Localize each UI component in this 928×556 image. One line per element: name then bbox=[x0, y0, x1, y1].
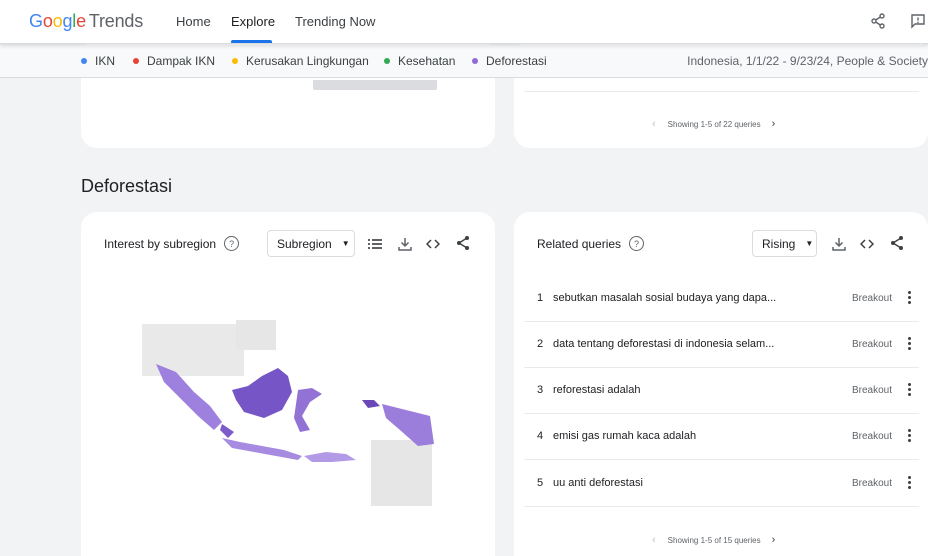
download-icon[interactable] bbox=[830, 235, 848, 253]
card-header: Interest by subregion ? bbox=[104, 236, 240, 251]
nav-trending-now[interactable]: Trending Now bbox=[295, 14, 375, 29]
query-row[interactable]: 4 emisi gas rumah kaca adalah Breakout bbox=[524, 414, 919, 460]
map-neighbor-land bbox=[371, 440, 432, 506]
pager-text: Showing 1-5 of 22 queries bbox=[667, 119, 761, 129]
map-fragment bbox=[313, 80, 437, 90]
caret-down-icon: ▼ bbox=[341, 239, 350, 248]
top-app-bar: Google Trends Home Explore Trending Now bbox=[0, 0, 928, 44]
legend-item-deforestasi[interactable]: Deforestasi bbox=[472, 54, 547, 68]
more-vert-icon[interactable] bbox=[905, 427, 913, 445]
map-region-nusa-tenggara[interactable] bbox=[304, 452, 356, 462]
subregion-select[interactable]: Subregion ▼ bbox=[267, 230, 355, 257]
nav-home[interactable]: Home bbox=[176, 14, 211, 29]
map-region-maluku[interactable] bbox=[362, 400, 380, 408]
legend-dot bbox=[81, 58, 87, 64]
legend-label: Deforestasi bbox=[486, 54, 547, 68]
map-neighbor-land bbox=[236, 320, 276, 350]
map-region-java[interactable] bbox=[222, 438, 302, 460]
legend-dot bbox=[384, 58, 390, 64]
query-value: Breakout bbox=[852, 431, 893, 442]
legend-item-ikn[interactable]: IKN bbox=[81, 54, 115, 68]
query-text[interactable]: uu anti deforestasi bbox=[553, 477, 643, 489]
query-text[interactable]: sebutkan masalah sosial budaya yang dapa… bbox=[553, 292, 776, 304]
queries-pager: ‹ Showing 1-5 of 15 queries › bbox=[652, 534, 775, 546]
map-region-sulawesi[interactable] bbox=[294, 388, 322, 432]
card-title: Interest by subregion bbox=[104, 236, 217, 251]
logo-letter: g bbox=[62, 11, 73, 31]
share-icon[interactable] bbox=[454, 234, 472, 252]
legend-dot bbox=[232, 58, 238, 64]
share-icon[interactable] bbox=[888, 234, 906, 252]
logo-trends-text: Trends bbox=[88, 11, 144, 31]
logo-letter: o bbox=[42, 11, 53, 31]
row-rank: 1 bbox=[537, 292, 544, 304]
query-row[interactable]: 5 uu anti deforestasi Breakout bbox=[524, 461, 919, 507]
card-title: Related queries bbox=[537, 236, 622, 251]
query-value: Breakout bbox=[852, 339, 893, 350]
query-value: Breakout bbox=[852, 293, 893, 304]
feedback-icon[interactable] bbox=[907, 10, 928, 32]
row-rank: 5 bbox=[537, 477, 544, 489]
interest-by-subregion-card: Interest by subregion ? Subregion ▼ bbox=[81, 212, 495, 556]
card-header: Related queries ? bbox=[537, 236, 645, 251]
select-value: Rising bbox=[762, 236, 796, 251]
help-icon[interactable]: ? bbox=[224, 236, 240, 251]
query-text[interactable]: emisi gas rumah kaca adalah bbox=[553, 430, 696, 442]
divider bbox=[524, 91, 919, 92]
next-page-icon[interactable]: › bbox=[772, 118, 776, 130]
map-region-papua[interactable] bbox=[382, 404, 434, 446]
row-rank: 2 bbox=[537, 338, 544, 350]
row-rank: 4 bbox=[537, 430, 544, 442]
map-region-sumatra-south[interactable] bbox=[220, 424, 234, 438]
query-text[interactable]: reforestasi adalah bbox=[553, 384, 640, 396]
help-icon[interactable]: ? bbox=[629, 236, 645, 251]
queries-pager: ‹ Showing 1-5 of 22 queries › bbox=[652, 118, 775, 130]
more-vert-icon[interactable] bbox=[905, 381, 913, 399]
legend-dot bbox=[472, 58, 478, 64]
map-neighbor-land bbox=[142, 324, 244, 376]
query-row[interactable]: 3 reforestasi adalah Breakout bbox=[524, 368, 919, 414]
legend-item-kerusakan-lingkungan[interactable]: Kerusakan Lingkungan bbox=[232, 54, 369, 68]
filter-summary: Indonesia, 1/1/22 - 9/23/24, People & So… bbox=[687, 54, 928, 68]
prev-page-icon[interactable]: ‹ bbox=[652, 118, 656, 130]
query-text[interactable]: data tentang deforestasi di indonesia se… bbox=[553, 338, 774, 350]
share-icon[interactable] bbox=[867, 10, 889, 32]
query-row[interactable]: 2 data tentang deforestasi di indonesia … bbox=[524, 322, 919, 368]
list-view-icon[interactable] bbox=[366, 235, 384, 253]
nav-explore[interactable]: Explore bbox=[231, 14, 275, 29]
row-rank: 3 bbox=[537, 384, 544, 396]
query-value: Breakout bbox=[852, 385, 893, 396]
next-page-icon[interactable]: › bbox=[772, 534, 776, 546]
more-vert-icon[interactable] bbox=[905, 335, 913, 353]
prev-page-icon[interactable]: ‹ bbox=[652, 534, 656, 546]
section-title: Deforestasi bbox=[81, 176, 173, 196]
download-icon[interactable] bbox=[396, 235, 414, 253]
more-vert-icon[interactable] bbox=[905, 474, 913, 492]
query-row[interactable]: 1 sebutkan masalah sosial budaya yang da… bbox=[524, 276, 919, 322]
google-trends-logo[interactable]: Google Trends bbox=[29, 11, 143, 32]
rising-select[interactable]: Rising ▼ bbox=[752, 230, 817, 257]
pager-text: Showing 1-5 of 15 queries bbox=[667, 535, 761, 545]
comparison-legend-bar: IKN Dampak IKN Kerusakan Lingkungan Kese… bbox=[0, 45, 928, 78]
logo-letter: e bbox=[76, 11, 86, 31]
legend-item-kesehatan[interactable]: Kesehatan bbox=[384, 54, 455, 68]
select-value: Subregion bbox=[277, 236, 332, 251]
legend-dot bbox=[133, 58, 139, 64]
query-value: Breakout bbox=[852, 478, 893, 489]
legend-label: Kerusakan Lingkungan bbox=[246, 54, 369, 68]
legend-item-dampak-ikn[interactable]: Dampak IKN bbox=[133, 54, 215, 68]
logo-letter: G bbox=[29, 11, 43, 31]
active-tab-indicator bbox=[231, 40, 272, 43]
more-vert-icon[interactable] bbox=[905, 289, 913, 307]
legend-label: Kesehatan bbox=[398, 54, 456, 68]
embed-code-icon[interactable] bbox=[424, 235, 442, 253]
logo-letter: o bbox=[52, 11, 63, 31]
legend-label: Dampak IKN bbox=[147, 54, 216, 68]
subregion-map[interactable] bbox=[136, 320, 436, 510]
embed-code-icon[interactable] bbox=[858, 235, 876, 253]
legend-label: IKN bbox=[95, 54, 116, 68]
caret-down-icon: ▼ bbox=[805, 239, 814, 248]
